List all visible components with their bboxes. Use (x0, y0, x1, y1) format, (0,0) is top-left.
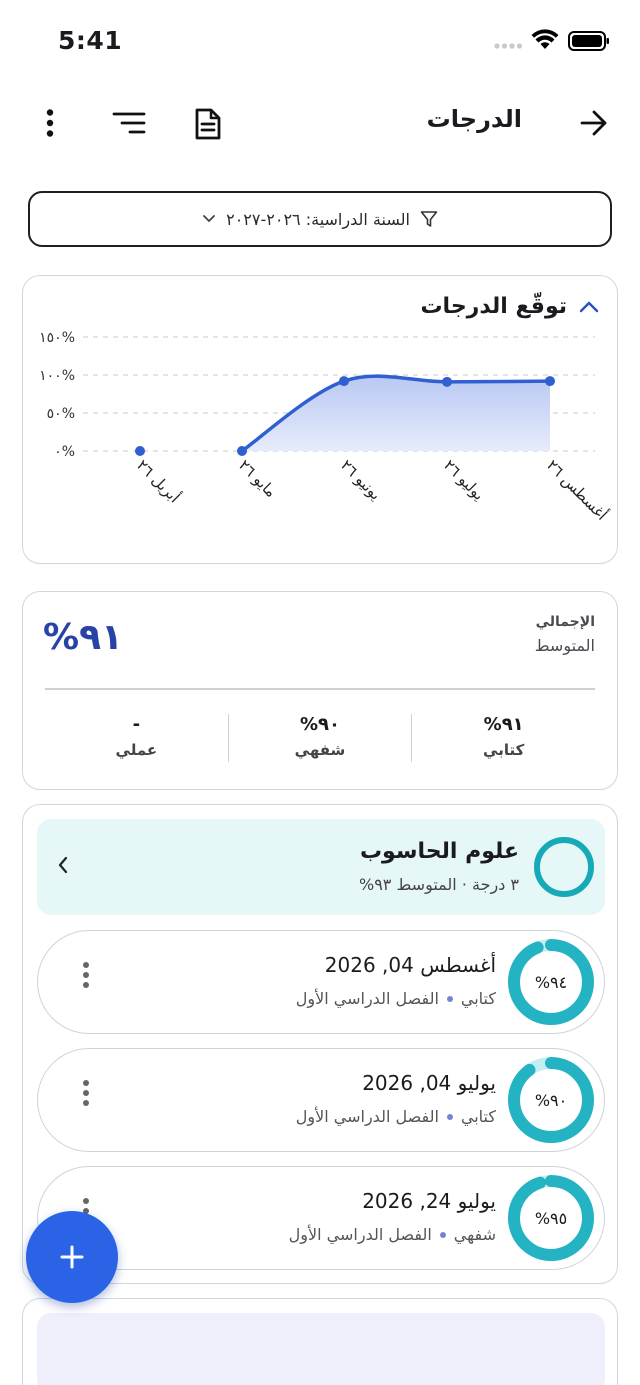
oral-label: شفهي (294, 741, 346, 759)
oral-column: ٩٠% شفهي (227, 714, 412, 762)
arrow-right-icon (580, 110, 607, 136)
grade-details: كتابي الفصل الدراسي الأول (296, 1107, 496, 1126)
grade-percent-ring: ٩٠% (506, 1055, 596, 1145)
oral-value: ٩٠% (299, 714, 340, 735)
battery-icon (568, 31, 609, 51)
grade-details: كتابي الفصل الدراسي الأول (296, 989, 496, 1008)
forecast-chart: ٠% ٥٠% ١٠٠% ١٥٠% أبريل ٢٦ مايو ٢٦ يونيو ٢٦ يولي… (39, 330, 611, 524)
grade-percent-ring: ٩٤% (506, 937, 596, 1027)
written-column: ٩١% كتابي (411, 714, 595, 762)
data-point (442, 376, 452, 387)
summary-divider (45, 688, 595, 690)
x-tick-label: أغسطس ٢٦ (543, 455, 611, 523)
chevron-up-icon (579, 301, 599, 312)
data-point (135, 446, 145, 456)
grade-row[interactable]: ٩٥% يوليو 24, 2026 شفهي الفصل الدراسي ال… (37, 1166, 605, 1270)
document-icon (195, 108, 221, 140)
more-vert-icon (46, 109, 54, 137)
sort-icon (112, 112, 146, 134)
subject-header[interactable] (37, 1313, 605, 1385)
sort-button[interactable] (105, 99, 153, 147)
status-bar: 5:41 (0, 0, 640, 80)
grade-term: الفصل الدراسي الأول (295, 989, 439, 1008)
practical-value: - (132, 714, 141, 735)
written-label: كتابي (483, 741, 525, 759)
practical-column: - عملي (45, 714, 228, 762)
plus-icon (60, 1245, 84, 1269)
y-tick-label: ١٠٠% (39, 368, 75, 384)
more-button[interactable] (26, 99, 74, 147)
category-breakdown: ٩١% كتابي ٩٠% شفهي - عملي (45, 714, 595, 762)
add-grade-button[interactable] (26, 1211, 118, 1303)
x-tick-label: يونيو ٢٦ (337, 456, 385, 504)
grade-percent: ٩٥% (534, 1208, 568, 1228)
grade-percent: ٩٤% (534, 972, 568, 992)
subject-card: علوم الحاسوب ٣ درجة · المتوسط ٩٣% ٩٤% أغ… (22, 804, 618, 1284)
x-tick-label: أبريل ٢٦ (133, 455, 184, 506)
grade-percent-ring: ٩٥% (506, 1173, 596, 1263)
grade-row[interactable]: ٩٤% أغسطس 04, 2026 كتابي الفصل الدراسي ا… (37, 930, 605, 1034)
x-tick-label: مايو ٢٦ (235, 456, 280, 501)
grade-type: كتابي (460, 1107, 496, 1126)
grade-term: الفصل الدراسي الأول (295, 1107, 439, 1126)
grade-date: يوليو 04, 2026 (362, 1071, 496, 1095)
data-point (545, 376, 555, 387)
subject-average-ring (534, 837, 594, 897)
written-value: ٩١% (483, 714, 524, 735)
academic-year-label: السنة الدراسية: ٢٠٢٦-٢٠٢٧ (226, 209, 410, 229)
page-title: الدرجات (426, 105, 522, 133)
forecast-header[interactable]: توقّع الدرجات (420, 294, 599, 319)
practical-label: عملي (115, 741, 158, 759)
y-tick-label: ١٥٠% (39, 330, 75, 346)
grade-row[interactable]: ٩٠% يوليو 04, 2026 كتابي الفصل الدراسي ا… (37, 1048, 605, 1152)
app-bar: الدرجات (0, 92, 640, 156)
grade-percent: ٩٠% (534, 1090, 568, 1110)
subject-header[interactable]: علوم الحاسوب ٣ درجة · المتوسط ٩٣% (37, 819, 605, 915)
y-tick-label: ٥٠% (47, 406, 75, 422)
x-tick-label: يوليو ٢٦ (440, 456, 488, 504)
status-time: 5:41 (58, 26, 123, 55)
cellular-signal-icon (494, 43, 523, 49)
separator-dot (439, 1231, 446, 1238)
grade-forecast-card: توقّع الدرجات ٠% ٥٠% ١٠٠% ١٥٠% أبريل ٢٦ مايو … (22, 275, 618, 564)
grade-details: شفهي الفصل الدراسي الأول (289, 1225, 496, 1244)
overall-labels: الإجمالي المتوسط (535, 614, 595, 655)
separator-dot (446, 995, 453, 1002)
academic-year-filter[interactable]: السنة الدراسية: ٢٠٢٦-٢٠٢٧ (28, 191, 612, 247)
wifi-icon (531, 29, 559, 49)
y-tick-label: ٠% (54, 444, 75, 460)
subject-card (22, 1298, 618, 1385)
chevron-down-icon (203, 215, 216, 223)
grade-type: شفهي (453, 1225, 496, 1244)
grade-date: أغسطس 04, 2026 (324, 953, 496, 977)
subject-name: علوم الحاسوب (359, 839, 519, 864)
overall-label: الإجمالي (535, 614, 595, 630)
overall-average-value: ٩١% (43, 617, 124, 658)
data-point (339, 376, 349, 387)
grade-term: الفصل الدراسي الأول (288, 1225, 432, 1244)
subject-meta: ٣ درجة · المتوسط ٩٣% (359, 875, 519, 894)
data-point (237, 446, 247, 456)
more-vert-icon[interactable] (82, 961, 90, 989)
grade-type: كتابي (460, 989, 496, 1008)
summary-card: الإجمالي المتوسط ٩١% ٩١% كتابي ٩٠% شفهي … (22, 591, 618, 790)
more-vert-icon[interactable] (82, 1079, 90, 1107)
report-button[interactable] (184, 100, 232, 148)
chevron-left-icon (58, 856, 68, 874)
forecast-title: توقّع الدرجات (420, 294, 567, 319)
filter-icon (420, 211, 438, 227)
separator-dot (446, 1113, 453, 1120)
back-button[interactable] (570, 99, 618, 147)
average-label: المتوسط (534, 636, 595, 655)
grade-date: يوليو 24, 2026 (362, 1189, 496, 1213)
